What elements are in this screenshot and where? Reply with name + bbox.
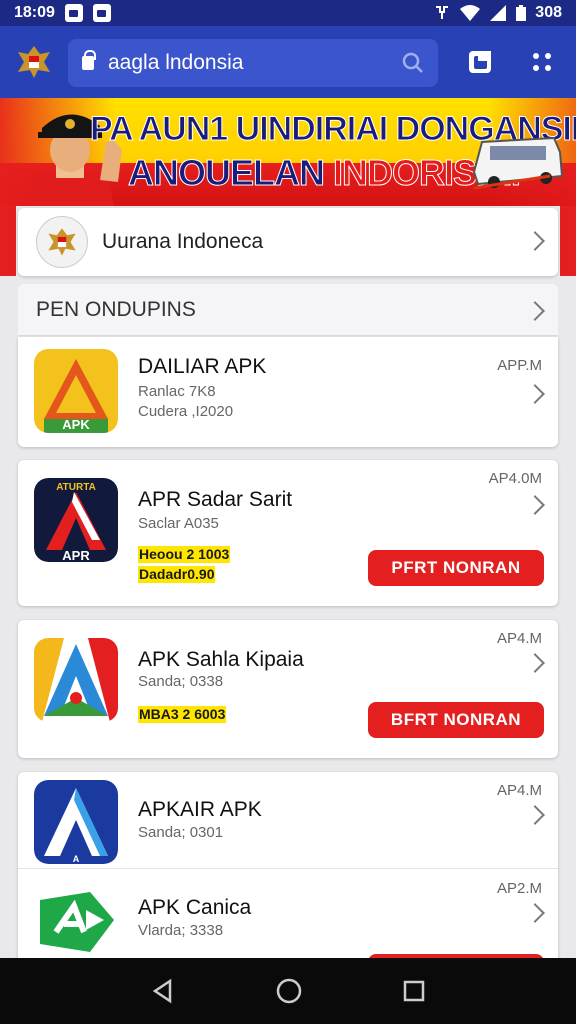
app-title: APKAIR APK	[138, 798, 262, 821]
list-item[interactable]: APK DAILIAR APK Ranlac 7K8 Cudera ,I2020…	[18, 337, 558, 447]
list-divider	[18, 868, 558, 869]
promo-label: Dadadr0.90	[138, 566, 216, 583]
app-subtitle: Sanda; 0338	[138, 673, 224, 690]
chevron-right-icon	[525, 384, 545, 404]
back-icon[interactable]	[150, 978, 176, 1004]
app-subtitle: Saclar A035	[138, 515, 219, 532]
app-icon-label: A	[73, 854, 80, 864]
recents-icon[interactable]	[402, 979, 426, 1003]
banner-subheadline: ANOUELAN INDORISIA!	[128, 152, 523, 194]
wifi-icon	[460, 5, 481, 21]
home-icon[interactable]	[275, 977, 303, 1005]
notification-icon	[64, 4, 83, 22]
promo-label: MBA3 2 6003	[138, 706, 227, 723]
chevron-right-icon	[525, 231, 545, 251]
app-icon-label: APK	[62, 417, 90, 432]
garuda-emblem-icon[interactable]	[14, 42, 54, 82]
download-button[interactable]: PFRT NONRAN	[368, 550, 544, 586]
app-subtitle: Ranlac 7K8	[138, 383, 216, 400]
battery-icon	[516, 5, 527, 21]
profile-name: Uurana Indoneca	[102, 230, 264, 253]
apk-triangle-icon: APK	[34, 349, 118, 433]
clock: 18:09	[14, 4, 55, 21]
apkair-a-icon: A	[34, 780, 118, 864]
apr-a-icon: ATURTA APR	[34, 478, 118, 562]
chevron-right-icon	[525, 805, 545, 825]
url-text[interactable]: aagla lndonsia	[108, 51, 243, 75]
app-card[interactable]: APK Sahla Kipaia Sanda; 0338 MBA3 2 6003…	[18, 620, 558, 758]
promo-banner[interactable]: PA AUN1 UINDIRIAI DONGANSIN ANOUELAN IND…	[0, 98, 576, 206]
app-size: AP4.0M	[488, 470, 542, 487]
app-size: AP2.M	[496, 880, 542, 897]
app-card[interactable]: A APKAIR APK Sanda; 0301 AP4.M APK Canic…	[18, 772, 558, 972]
apk-arrow-icon	[34, 638, 118, 722]
chevron-right-icon	[525, 495, 545, 515]
avatar	[36, 216, 88, 268]
browser-toolbar: aagla lndonsia	[0, 26, 576, 98]
app-icon-label: APR	[62, 548, 90, 562]
app-subtitle: Sanda; 0301	[138, 824, 224, 841]
app-title: APK Sahla Kipaia	[138, 648, 304, 671]
banner-sub-part1: ANOUELAN	[128, 152, 333, 194]
bus-illustration	[472, 136, 564, 190]
app-size: AP4.M	[496, 782, 542, 799]
section-title: PEN ONDUPINS	[36, 297, 196, 321]
app-subtitle: Vlarda; 3338	[138, 922, 224, 939]
app-title: APR Sadar Sarit	[138, 488, 293, 511]
app-size: AP4.M	[496, 630, 542, 647]
search-icon[interactable]	[402, 52, 424, 74]
system-navigation-bar	[0, 958, 576, 1024]
app-size: APP.M	[497, 357, 542, 374]
alarm-icon	[436, 6, 449, 19]
app-title: APK Canica	[138, 896, 252, 919]
profile-card[interactable]: Uurana Indoneca	[18, 208, 558, 276]
signal-icon	[490, 5, 507, 21]
section-header[interactable]: PEN ONDUPINS	[18, 284, 558, 336]
download-button[interactable]: BFRT NONRAN	[368, 702, 544, 738]
status-bar: 18:09 308	[0, 0, 576, 26]
app-icon-top-label: ATURTA	[56, 482, 96, 493]
app-card[interactable]: ATURTA APR APR Sadar Sarit Saclar A035 H…	[18, 460, 558, 606]
chevron-right-icon	[525, 903, 545, 923]
app-subtitle: Cudera ,I2020	[138, 403, 234, 420]
more-options-icon[interactable]	[528, 48, 556, 76]
url-bar[interactable]: aagla lndonsia	[68, 39, 438, 87]
chevron-right-icon	[525, 653, 545, 673]
battery-text: 308	[535, 4, 562, 21]
promo-label: Heoou 2 1003	[138, 546, 231, 563]
app-title: DAILIAR APK	[138, 355, 267, 378]
apk-canica-icon	[34, 880, 118, 964]
garuda-emblem-icon	[48, 228, 76, 256]
message-icon	[92, 4, 111, 22]
chevron-right-icon	[525, 301, 545, 321]
lock-icon	[82, 50, 96, 70]
tabs-icon[interactable]	[466, 48, 494, 76]
